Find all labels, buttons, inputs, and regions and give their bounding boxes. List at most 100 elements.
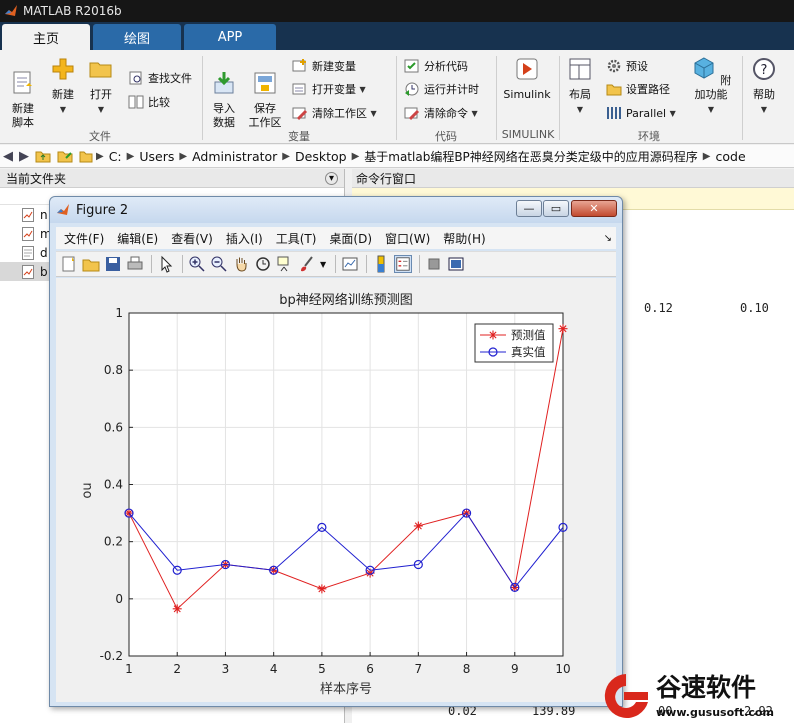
minimize-button[interactable]: — xyxy=(516,200,542,217)
data-cursor-icon[interactable] xyxy=(276,255,294,273)
open-file-icon[interactable] xyxy=(82,255,100,273)
menu-help[interactable]: 帮助(H) xyxy=(443,230,485,247)
clear-commands-button[interactable]: 清除命令 ▼ xyxy=(404,105,478,121)
brush-icon[interactable] xyxy=(298,255,316,273)
group-label-variable: 变量 xyxy=(288,130,310,143)
add-ons-icon xyxy=(694,57,714,79)
ribbon-divider xyxy=(496,56,497,140)
open-button[interactable]: 打开 ▼ xyxy=(86,56,116,117)
find-files-label: 查找文件 xyxy=(148,72,192,85)
help-button[interactable]: ? 帮助 ▼ xyxy=(748,56,780,117)
show-plot-tools-icon[interactable] xyxy=(447,255,465,273)
menu-window[interactable]: 窗口(W) xyxy=(385,230,430,247)
zoom-out-icon[interactable] xyxy=(210,255,228,273)
tab-apps[interactable]: APP xyxy=(184,24,276,50)
tab-home[interactable]: 主页 xyxy=(2,24,90,50)
menu-insert[interactable]: 插入(I) xyxy=(226,230,263,247)
pan-hand-icon[interactable] xyxy=(232,255,250,273)
compare-button[interactable]: 比较 xyxy=(128,94,170,110)
save-workspace-button[interactable]: 保存 工作区 xyxy=(246,56,284,130)
colorbar-icon[interactable] xyxy=(372,255,390,273)
chevron-down-icon: ▼ xyxy=(707,105,715,114)
preferences-label: 预设 xyxy=(626,60,648,73)
set-path-label: 设置路径 xyxy=(626,83,670,96)
command-window-title: 命令行窗口 xyxy=(356,171,417,186)
pointer-icon[interactable] xyxy=(157,255,175,273)
chevron-down-icon: ▼ xyxy=(669,108,676,118)
save-workspace-icon xyxy=(254,72,276,94)
import-data-button[interactable]: 导入 数据 xyxy=(208,56,240,130)
ribbon-tab-bar: 主页 绘图 APP xyxy=(0,22,794,50)
path-segment-users[interactable]: Users xyxy=(139,149,174,164)
new-button[interactable]: 新建 ▼ xyxy=(48,56,78,117)
brand-url: www.gususoft.com xyxy=(656,706,774,719)
y-tick-label: 0.4 xyxy=(104,478,123,492)
path-segment-code[interactable]: code xyxy=(716,149,746,164)
legend-label: 真实值 xyxy=(511,345,546,359)
path-separator: ▶ xyxy=(351,150,360,162)
group-label-simulink: SIMULINK xyxy=(501,128,555,141)
compare-label: 比较 xyxy=(148,96,170,109)
y-axis-label: ou xyxy=(80,482,95,498)
close-button[interactable]: ✕ xyxy=(571,200,617,217)
matlab-file-icon xyxy=(22,264,34,279)
chevron-down-icon: ▼ xyxy=(97,105,105,114)
open-variable-button[interactable]: 打开变量 ▼ xyxy=(292,81,366,97)
legend-icon[interactable] xyxy=(394,255,413,273)
chevron-down-icon[interactable]: ▼ xyxy=(320,260,326,269)
add-ons-button[interactable]: 附加功能 ▼ xyxy=(688,56,734,117)
folder-open-icon xyxy=(89,62,112,78)
figure-menu-bar: 文件(F) 编辑(E) 查看(V) 插入(I) 工具(T) 桌面(D) 窗口(W… xyxy=(56,227,616,249)
up-folder-icon[interactable] xyxy=(35,149,51,163)
command-window-header: 命令行窗口 xyxy=(352,169,794,188)
clear-workspace-button[interactable]: 清除工作区 ▼ xyxy=(292,105,377,121)
forward-arrow-icon[interactable]: ▶ xyxy=(19,149,29,164)
panel-menu-icon[interactable]: ▾ xyxy=(325,171,338,185)
parallel-button[interactable]: Parallel ▼ xyxy=(606,105,676,121)
chart-title: bp神经网络训练预测图 xyxy=(279,292,413,308)
clear-workspace-label: 清除工作区 xyxy=(312,107,367,120)
preferences-button[interactable]: 预设 xyxy=(606,58,648,74)
dock-arrow-icon[interactable]: ↘ xyxy=(604,233,612,244)
ribbon-divider xyxy=(396,56,397,140)
figure-canvas: 1 2 3 4 5 6 7 8 9 10 -0.2 0 0.2 0.4 0.6 0.8 1 bp神经网络训练预测… xyxy=(56,278,616,702)
tab-plots[interactable]: 绘图 xyxy=(93,24,181,50)
link-plot-icon[interactable] xyxy=(341,255,359,273)
app-title: MATLAB R2016b xyxy=(23,4,122,18)
print-icon[interactable] xyxy=(126,255,144,273)
layout-button[interactable]: 布局 ▼ xyxy=(564,56,596,117)
maximize-button[interactable]: ▭ xyxy=(543,200,569,217)
run-and-time-button[interactable]: 运行并计时 xyxy=(404,81,479,97)
hide-plot-tools-icon[interactable] xyxy=(425,255,443,273)
rotate-3d-icon[interactable] xyxy=(254,255,272,273)
menu-file[interactable]: 文件(F) xyxy=(64,230,104,247)
analyze-code-button[interactable]: 分析代码 xyxy=(404,58,468,74)
legend[interactable]: 预测值真实值 xyxy=(474,323,554,363)
star-marker xyxy=(488,330,498,340)
group-label-environment: 环境 xyxy=(638,130,660,143)
zoom-in-icon[interactable] xyxy=(188,255,206,273)
path-segment-drive[interactable]: C: xyxy=(109,149,122,164)
figure-window[interactable]: Figure 2 — ▭ ✕ 文件(F) 编辑(E) 查看(V) 插入(I) 工… xyxy=(49,196,623,707)
save-icon[interactable] xyxy=(104,255,122,273)
menu-edit[interactable]: 编辑(E) xyxy=(117,230,158,247)
set-path-button[interactable]: 设置路径 xyxy=(606,81,670,97)
browse-folder-icon[interactable] xyxy=(57,149,73,163)
new-figure-icon[interactable] xyxy=(60,255,78,273)
path-segment-project[interactable]: 基于matlab编程BP神经网络在恶臭分类定级中的应用源码程序 xyxy=(364,148,698,165)
path-segment-desktop[interactable]: Desktop xyxy=(295,149,347,164)
simulink-button[interactable]: Simulink xyxy=(502,56,552,102)
path-segment-administrator[interactable]: Administrator xyxy=(192,149,277,164)
chevron-down-icon: ▼ xyxy=(370,108,377,118)
path-separator: ▶ xyxy=(96,150,104,162)
back-arrow-icon[interactable]: ◀ xyxy=(3,149,13,164)
new-variable-button[interactable]: 新建变量 xyxy=(292,58,356,74)
menu-view[interactable]: 查看(V) xyxy=(171,230,213,247)
chevron-down-icon: ▼ xyxy=(471,108,478,118)
menu-tools[interactable]: 工具(T) xyxy=(276,230,317,247)
find-files-button[interactable]: 查找文件 xyxy=(128,70,192,86)
menu-desktop[interactable]: 桌面(D) xyxy=(329,230,372,247)
toolbar-divider xyxy=(151,255,152,273)
x-tick-label: 3 xyxy=(222,662,230,676)
new-script-button[interactable]: 新建 脚本 xyxy=(6,56,40,130)
